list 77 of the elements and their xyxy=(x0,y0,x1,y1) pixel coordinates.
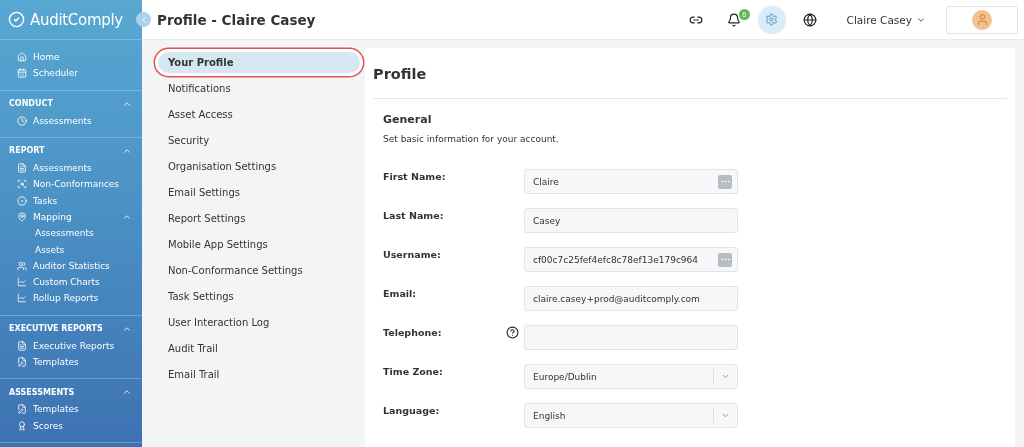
sidebar-item[interactable]: Home xyxy=(0,49,142,66)
settings-menu-item[interactable]: Email Settings xyxy=(158,182,360,203)
input-field[interactable]: cf00c7c25fef4efc8c78ef13e179c964 xyxy=(524,247,738,272)
sidebar-item[interactable]: Tasks xyxy=(0,192,142,209)
field-label: Email: xyxy=(383,287,418,299)
nav-icon xyxy=(17,340,27,351)
help-icon[interactable] xyxy=(506,326,519,339)
section-header[interactable]: CONDUCT xyxy=(0,92,142,113)
globe-icon xyxy=(802,12,817,27)
nav-icon xyxy=(17,195,27,206)
nav-icon xyxy=(17,115,27,126)
logo-text: AuditComply xyxy=(30,10,123,29)
sidebar-item[interactable]: Assessments xyxy=(0,112,142,129)
chevron-down-icon xyxy=(721,411,730,420)
nav-icon xyxy=(17,293,27,304)
section-header[interactable]: EXECUTIVE REPORTS xyxy=(0,317,142,338)
sidebar-item[interactable]: Executive Reports xyxy=(0,337,142,354)
settings-menu-item[interactable]: Security xyxy=(158,130,360,151)
sidebar-item[interactable]: Custom Charts xyxy=(0,273,142,291)
field-label: Last Name: xyxy=(383,209,445,221)
logo-icon xyxy=(8,11,25,28)
settings-button[interactable] xyxy=(757,5,786,34)
nav-icon xyxy=(17,420,27,431)
nav-icon xyxy=(17,163,27,174)
settings-menu-item[interactable]: Asset Access xyxy=(158,104,360,125)
sidebar-item[interactable]: Rollup Reports xyxy=(0,290,142,307)
field-label: First Name: xyxy=(383,170,447,182)
settings-menu-item[interactable]: Mobile App Settings xyxy=(158,234,360,255)
nav-icon xyxy=(17,404,27,415)
settings-menu-item[interactable]: Audit Trail xyxy=(158,338,360,359)
nav-icon xyxy=(17,179,27,190)
section-title: General xyxy=(383,113,433,126)
settings-menu-item[interactable]: Non-Conformance Settings xyxy=(158,260,360,281)
field-label: Time Zone: xyxy=(383,365,444,377)
sidebar-item[interactable]: Assessments xyxy=(0,159,142,177)
page-title: Profile - Claire Casey xyxy=(157,11,317,28)
select-field[interactable]: Europe/Dublin xyxy=(524,364,738,389)
settings-menu-item[interactable]: Task Settings xyxy=(158,286,360,307)
field-label: Username: xyxy=(383,248,442,260)
select-field[interactable]: English xyxy=(524,403,738,428)
nav-icon xyxy=(17,277,27,288)
section-description: Set basic information for your account. xyxy=(383,134,560,144)
settings-icon xyxy=(765,13,779,26)
sidebar-item[interactable]: Templates xyxy=(0,353,142,371)
sidebar-item[interactable]: Scheduler xyxy=(0,65,142,82)
nav-icon xyxy=(17,357,27,367)
sidebar-item[interactable]: Scores xyxy=(0,417,142,434)
input-field[interactable]: Claire xyxy=(524,169,738,194)
chevron-down-icon xyxy=(721,372,730,381)
nav-icon xyxy=(17,52,27,63)
more-button[interactable] xyxy=(718,252,732,267)
field-label: Telephone: xyxy=(383,326,443,338)
sidebar-item[interactable]: Auditor Statistics xyxy=(0,257,142,274)
panel-title: Profile xyxy=(373,66,428,82)
bell-icon xyxy=(726,12,741,27)
section-header[interactable]: REPORT xyxy=(0,139,142,160)
nav-icon xyxy=(17,211,27,222)
sidebar-item[interactable]: Non-Conformances xyxy=(0,176,142,193)
input-field[interactable]: claire.casey+prod@auditcomply.com xyxy=(524,286,738,311)
input-field[interactable]: Casey xyxy=(524,208,738,233)
avatar-frame[interactable] xyxy=(946,5,1018,34)
sidebar-subitem[interactable]: Assessments xyxy=(0,225,142,242)
nav-icon xyxy=(17,260,27,271)
section-header[interactable]: ASSESSMENTS xyxy=(0,381,142,402)
user-menu-button[interactable]: Claire Casey xyxy=(840,12,932,27)
sidebar-subitem[interactable]: Assets xyxy=(0,241,142,258)
nav-icon xyxy=(17,68,27,79)
sidebar-item[interactable]: Templates xyxy=(0,401,142,418)
more-button[interactable] xyxy=(718,174,732,189)
sidebar-item[interactable]: Mapping xyxy=(0,208,142,226)
input-field[interactable] xyxy=(524,325,738,350)
settings-menu-item[interactable]: Notifications xyxy=(158,78,360,99)
settings-menu-item[interactable]: User Interaction Log xyxy=(158,312,360,333)
settings-menu-item[interactable]: Report Settings xyxy=(158,208,360,229)
field-label: Language: xyxy=(383,404,441,416)
settings-menu-item[interactable]: Email Trail xyxy=(158,364,360,385)
settings-menu-item[interactable]: Organisation Settings xyxy=(158,156,360,177)
